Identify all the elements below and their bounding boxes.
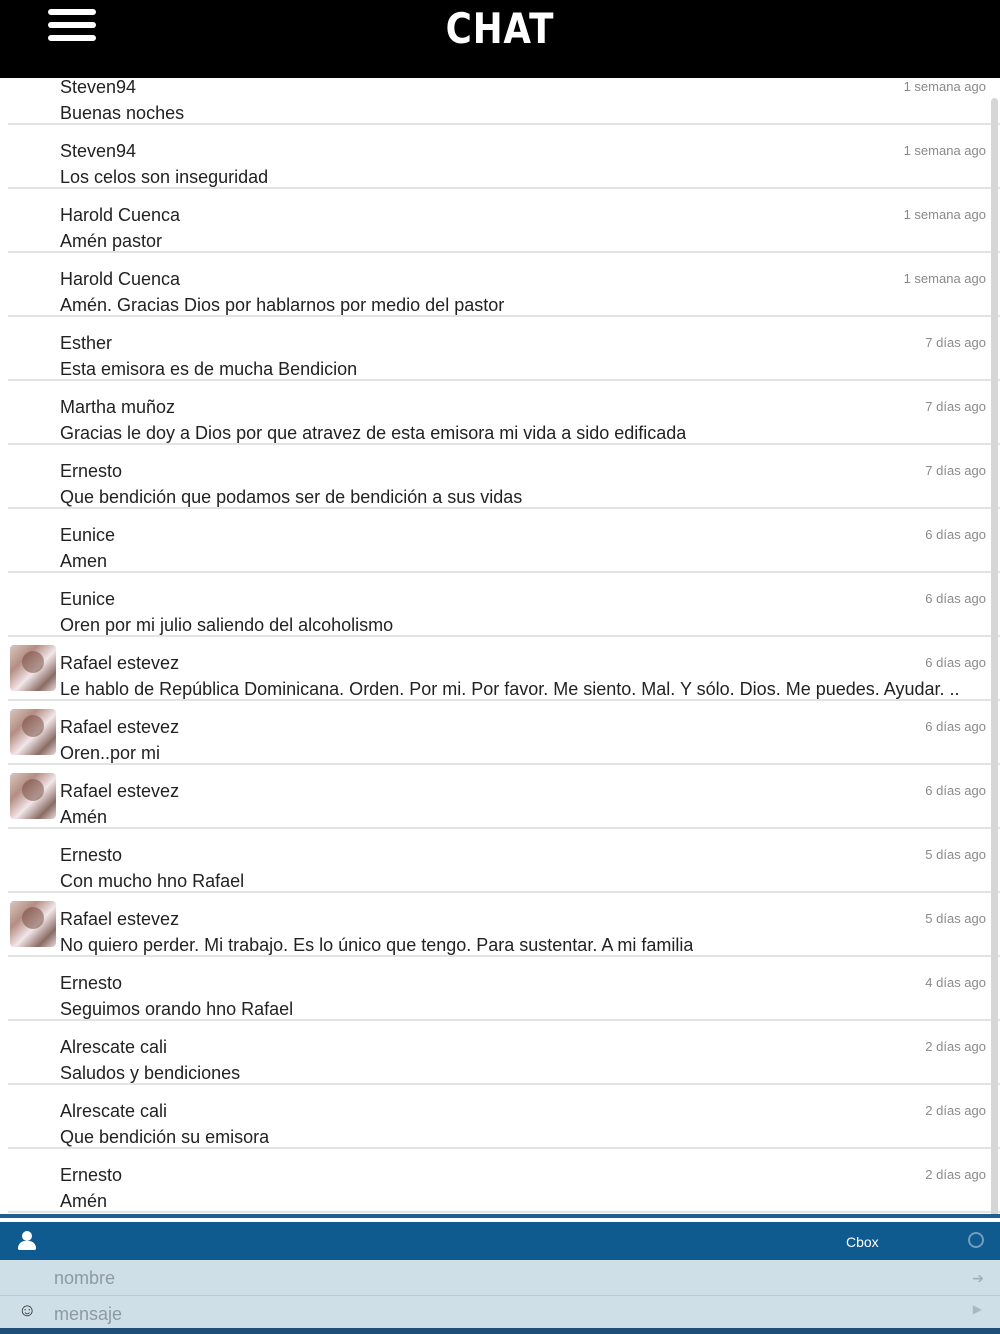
message-username: Harold Cuenca [60, 205, 181, 225]
message-text: Oren por mi julio saliendo del alcoholis… [60, 615, 394, 635]
message-username: Eunice [60, 525, 116, 545]
message-list-inner: Steven94 Buenas noches 1 semana ago Steven9… [0, 78, 1000, 1213]
message-username: Ernesto [60, 973, 123, 993]
chat-message: Ernesto Amén 2 días ago [8, 1149, 1000, 1213]
chat-message: Alrescate cali Que bendición su emisora 2 … [8, 1085, 1000, 1149]
message-text: Que bendición su emisora [60, 1127, 270, 1147]
message-timestamp: 2 días ago [925, 1103, 986, 1118]
message-list[interactable]: Steven94 Buenas noches 1 semana ago Steven9… [0, 78, 1000, 1214]
chat-message: Alrescate cali Saludos y bendiciones 2 día… [8, 1021, 1000, 1085]
chat-message: Eunice Oren por mi julio saliendo del alc… [8, 573, 1000, 637]
name-input[interactable] [54, 1264, 944, 1292]
message-username: Rafael estevez [60, 653, 180, 673]
bottom-bar [0, 1328, 1000, 1334]
message-username: Harold Cuenca [60, 269, 181, 289]
message-timestamp: 6 días ago [925, 719, 986, 734]
chat-message: Eunice Amen 6 días ago [8, 509, 1000, 573]
chat-message: Ernesto Que bendición que podamos ser de … [8, 445, 1000, 509]
message-username: Eunice [60, 589, 116, 609]
message-timestamp: 6 días ago [925, 527, 986, 542]
chat-message: Steven94 Buenas noches 1 semana ago [8, 78, 1000, 125]
cbox-brand-link[interactable]: Cbox [846, 1234, 879, 1250]
chat-message: Harold Cuenca Amén pastor 1 semana ago [8, 189, 1000, 253]
message-username: Ernesto [60, 461, 123, 481]
message-text: Amén. Gracias Dios por hablarnos por med… [60, 295, 505, 315]
message-username: Steven94 [60, 141, 137, 161]
message-text: Le hablo de República Dominicana. Orden.… [60, 679, 960, 699]
message-username: Ernesto [60, 845, 123, 865]
message-text: Buenas noches [60, 103, 185, 123]
chat-message: Martha muñoz Gracias le doy a Dios por qu… [8, 381, 1000, 445]
message-text: Amén [60, 1191, 108, 1211]
message-row: ☺ ▶ [0, 1296, 1000, 1328]
message-timestamp: 6 días ago [925, 783, 986, 798]
chat-message: Esther Esta emisora es de mucha Bendicion… [8, 317, 1000, 381]
message-timestamp: 2 días ago [925, 1167, 986, 1182]
avatar[interactable] [10, 645, 56, 691]
message-text: Amén pastor [60, 231, 163, 251]
message-timestamp: 6 días ago [925, 591, 986, 606]
chat-message: Ernesto Seguimos orando hno Rafael 4 días … [8, 957, 1000, 1021]
message-username: Esther [60, 333, 113, 353]
message-text: Amen [60, 551, 108, 571]
message-text: Seguimos orando hno Rafael [60, 999, 294, 1019]
message-timestamp: 1 semana ago [903, 207, 986, 222]
message-text: Con mucho hno Rafael [60, 871, 245, 891]
chat-message: Steven94 Los celos son inseguridad 1 seman… [8, 125, 1000, 189]
message-timestamp: 7 días ago [925, 399, 986, 414]
message-timestamp: 7 días ago [925, 335, 986, 350]
smile-icon[interactable]: ☺ [18, 1300, 36, 1321]
chat-message: Rafael estevez Oren..por mi 6 días ago [8, 701, 1000, 765]
message-timestamp: 7 días ago [925, 463, 986, 478]
message-text: Saludos y bendiciones [60, 1063, 241, 1083]
chat-message: Rafael estevez Amén 6 días ago [8, 765, 1000, 829]
message-username: Rafael estevez [60, 909, 180, 929]
scrollbar[interactable] [991, 98, 998, 1218]
status-circle-icon[interactable] [968, 1232, 984, 1248]
login-icon[interactable]: ➔ [972, 1270, 984, 1287]
chat-message: Ernesto Con mucho hno Rafael 5 días ago [8, 829, 1000, 893]
message-timestamp: 4 días ago [925, 975, 986, 990]
message-username: Rafael estevez [60, 717, 180, 737]
avatar[interactable] [10, 773, 56, 819]
send-icon[interactable]: ▶ [973, 1302, 982, 1316]
page-title: CHAT [445, 4, 555, 53]
message-text: Amén [60, 807, 108, 827]
message-text: Los celos son inseguridad [60, 167, 269, 187]
message-text: Oren..por mi [60, 743, 161, 763]
chat-message: Rafael estevez No quiero perder. Mi traba… [8, 893, 1000, 957]
app-header: CHAT [0, 0, 1000, 78]
avatar[interactable] [10, 709, 56, 755]
name-row: ➔ [0, 1260, 1000, 1296]
message-text: Gracias le doy a Dios por que atravez de… [60, 423, 687, 443]
message-timestamp: 1 semana ago [903, 79, 986, 94]
message-username: Martha muñoz [60, 397, 176, 417]
message-timestamp: 5 días ago [925, 847, 986, 862]
divider [0, 1214, 1000, 1218]
message-text: Que bendición que podamos ser de bendici… [60, 487, 523, 507]
message-timestamp: 1 semana ago [903, 271, 986, 286]
message-username: Alrescate cali [60, 1101, 168, 1121]
chat-toolbar: Cbox [0, 1222, 1000, 1260]
chat-message: Harold Cuenca Amén. Gracias Dios por habl… [8, 253, 1000, 317]
message-timestamp: 5 días ago [925, 911, 986, 926]
message-username: Ernesto [60, 1165, 123, 1185]
message-timestamp: 6 días ago [925, 655, 986, 670]
message-input[interactable] [54, 1300, 944, 1328]
message-username: Alrescate cali [60, 1037, 168, 1057]
avatar[interactable] [10, 901, 56, 947]
chat-message: Rafael estevez Le hablo de República Domi… [8, 637, 1000, 701]
user-icon[interactable] [18, 1231, 36, 1251]
message-timestamp: 2 días ago [925, 1039, 986, 1054]
message-text: Esta emisora es de mucha Bendicion [60, 359, 358, 379]
message-username: Steven94 [60, 78, 137, 97]
message-text: No quiero perder. Mi trabajo. Es lo únic… [60, 935, 694, 955]
message-timestamp: 1 semana ago [903, 143, 986, 158]
message-username: Rafael estevez [60, 781, 180, 801]
